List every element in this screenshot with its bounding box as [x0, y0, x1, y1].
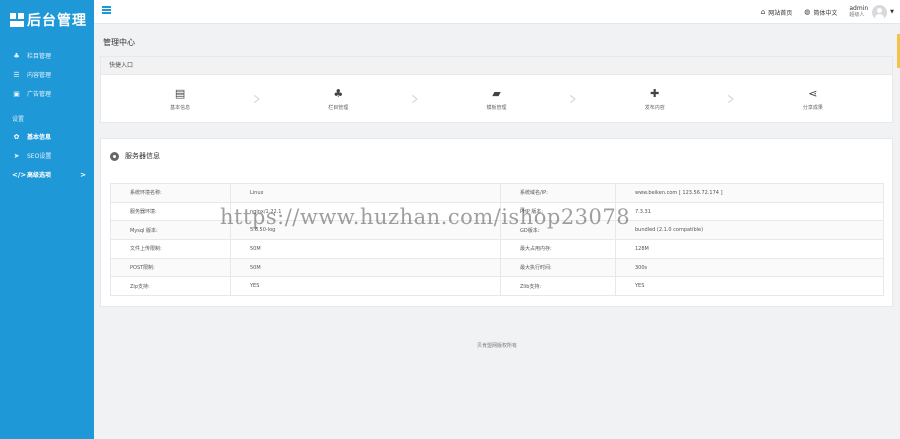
info-value: 128M — [615, 239, 884, 259]
sidebar-item-basic-info[interactable]: ✿ 基本信息 — [0, 127, 94, 146]
share-icon: ⋖ — [808, 87, 818, 100]
sidebar-item-content[interactable]: ☰ 内容管理 — [0, 65, 94, 84]
app-logo[interactable]: 后台管理 — [0, 0, 94, 40]
sidebar-item-label: 栏目管理 — [27, 53, 52, 60]
sidebar-item-label: 内容管理 — [27, 72, 52, 79]
info-key: Zip支持: — [110, 276, 231, 297]
sidebar-item-label: 广告管理 — [27, 91, 52, 98]
quick-label: 发布内容 — [644, 105, 665, 111]
info-value: bundled (2.1.0 compatible) — [615, 220, 884, 241]
quick-publish[interactable]: ✚ 发布内容 > — [576, 75, 735, 123]
avatar[interactable] — [872, 4, 888, 20]
info-value: Linux — [230, 183, 501, 203]
site-home-label: 网站首页 — [768, 9, 793, 17]
sidebar-item-label: 高级选项 — [27, 172, 52, 179]
footer-copyright: 贝肯盟网版权所有 — [476, 343, 517, 349]
sidebar-item-seo[interactable]: ➤ SEO设置 — [0, 146, 94, 165]
quick-entry-header: 快捷入口 — [101, 57, 892, 75]
sidebar-item-advanced[interactable]: </> 高级选项 > — [0, 165, 94, 184]
home-icon: ⌂ — [760, 8, 766, 16]
user-menu[interactable]: admin 超级人 ▼ — [849, 4, 894, 20]
watermark: https://www.huzhan.com/ishop23078 — [220, 205, 631, 229]
info-value: YES — [615, 276, 884, 297]
quick-columns[interactable]: ♣ 栏目管理 > — [259, 75, 418, 123]
info-key: 服务器环境: — [110, 201, 231, 222]
server-info-table: 系统环境名称: Linux 系统域名/IP: www.beiken.com [ … — [110, 183, 884, 297]
quick-label: 基本信息 — [170, 105, 191, 111]
quick-label: 分享成果 — [802, 105, 823, 111]
info-key: 系统域名/IP: — [500, 183, 616, 203]
top-bar: ⌂ 网站首页 ◍ 简体中文 admin 超级人 ▼ — [94, 0, 900, 24]
logo-icon — [10, 13, 24, 27]
sidebar-menu: ♣ 栏目管理 ☰ 内容管理 ▣ 广告管理 — [0, 46, 94, 103]
server-info-header: 服务器信息 — [101, 139, 892, 173]
user-role: 超级人 — [849, 12, 865, 18]
quick-templates[interactable]: ▰ 模板管理 > — [417, 75, 577, 123]
info-key: 最大执行时间: — [500, 257, 616, 278]
hamburger-menu-icon[interactable] — [102, 6, 111, 14]
info-key: 系统环境名称: — [110, 183, 231, 203]
page-title: 管理中心 — [103, 38, 135, 47]
newspaper-icon: ▤ — [174, 87, 186, 100]
quick-share[interactable]: ⋖ 分享成果 — [734, 75, 892, 123]
image-icon: ▣ — [13, 89, 20, 98]
language-link[interactable]: ◍ 简体中文 — [804, 8, 837, 17]
info-value: 7.3.31 — [615, 201, 884, 222]
gear-icon: ✿ — [13, 132, 20, 141]
caret-down-icon[interactable]: ▼ — [890, 9, 894, 15]
user-info: admin 超级人 — [849, 5, 868, 19]
table-row: POST限制: 50M 最大执行时间: 300s — [110, 257, 884, 278]
sitemap-icon: ♣ — [333, 87, 344, 100]
top-links: ⌂ 网站首页 ◍ 简体中文 admin 超级人 ▼ — [761, 0, 894, 24]
sidebar: 后台管理 ♣ 栏目管理 ☰ 内容管理 ▣ 广告管理 设置 ✿ 基本信息 ➤ SE… — [0, 0, 94, 439]
info-key: 文件上传限制: — [110, 239, 231, 259]
send-icon: ➤ — [13, 151, 20, 160]
code-icon: </> — [12, 170, 27, 179]
list-icon: ☰ — [13, 70, 20, 79]
info-value: 50M — [230, 239, 501, 259]
info-value: 300s — [615, 257, 884, 278]
table-row: 系统环境名称: Linux 系统域名/IP: www.beiken.com [ … — [110, 183, 884, 203]
logo-text: 后台管理 — [27, 13, 87, 29]
user-name: admin — [849, 5, 869, 12]
info-value: www.beiken.com [ 123.56.72.174 ] — [615, 183, 884, 203]
chevron-right-icon: > — [80, 170, 86, 179]
info-value: 50M — [230, 257, 501, 278]
info-key: POST限制: — [110, 257, 231, 278]
sidebar-item-columns[interactable]: ♣ 栏目管理 — [0, 46, 94, 65]
quick-label: 栏目管理 — [328, 105, 349, 111]
sidebar-section-settings: 设置 — [12, 116, 25, 123]
info-key: Zlib支持: — [500, 276, 616, 297]
globe-icon: ◍ — [804, 8, 811, 16]
info-value: YES — [230, 276, 501, 297]
quick-label: 模板管理 — [486, 105, 507, 111]
info-key: Mysql 版本: — [110, 220, 231, 241]
info-key: 最大占用内存: — [500, 239, 616, 259]
plus-icon: ✚ — [650, 87, 660, 100]
sidebar-item-ads[interactable]: ▣ 广告管理 — [0, 84, 94, 103]
quick-basic-info[interactable]: ▤ 基本信息 > — [101, 75, 260, 123]
table-row: Zip支持: YES Zlib支持: YES — [110, 276, 884, 297]
folder-open-icon: ▰ — [492, 87, 501, 100]
server-info-title: 服务器信息 — [125, 152, 160, 160]
sitemap-icon: ♣ — [13, 51, 20, 60]
sidebar-item-label: 基本信息 — [27, 134, 52, 141]
table-row: 文件上传限制: 50M 最大占用内存: 128M — [110, 239, 884, 259]
dot-circle-icon — [110, 151, 119, 161]
quick-entry-row: ▤ 基本信息 > ♣ 栏目管理 > ▰ 模板管理 > ✚ 发布内容 > ⋖ 分享… — [101, 75, 892, 123]
site-home-link[interactable]: ⌂ 网站首页 — [761, 8, 792, 17]
quick-entry-panel: 快捷入口 ▤ 基本信息 > ♣ 栏目管理 > ▰ 模板管理 > ✚ 发布内容 >… — [100, 56, 893, 123]
language-label: 简体中文 — [813, 9, 838, 17]
sidebar-item-label: SEO设置 — [27, 153, 52, 160]
